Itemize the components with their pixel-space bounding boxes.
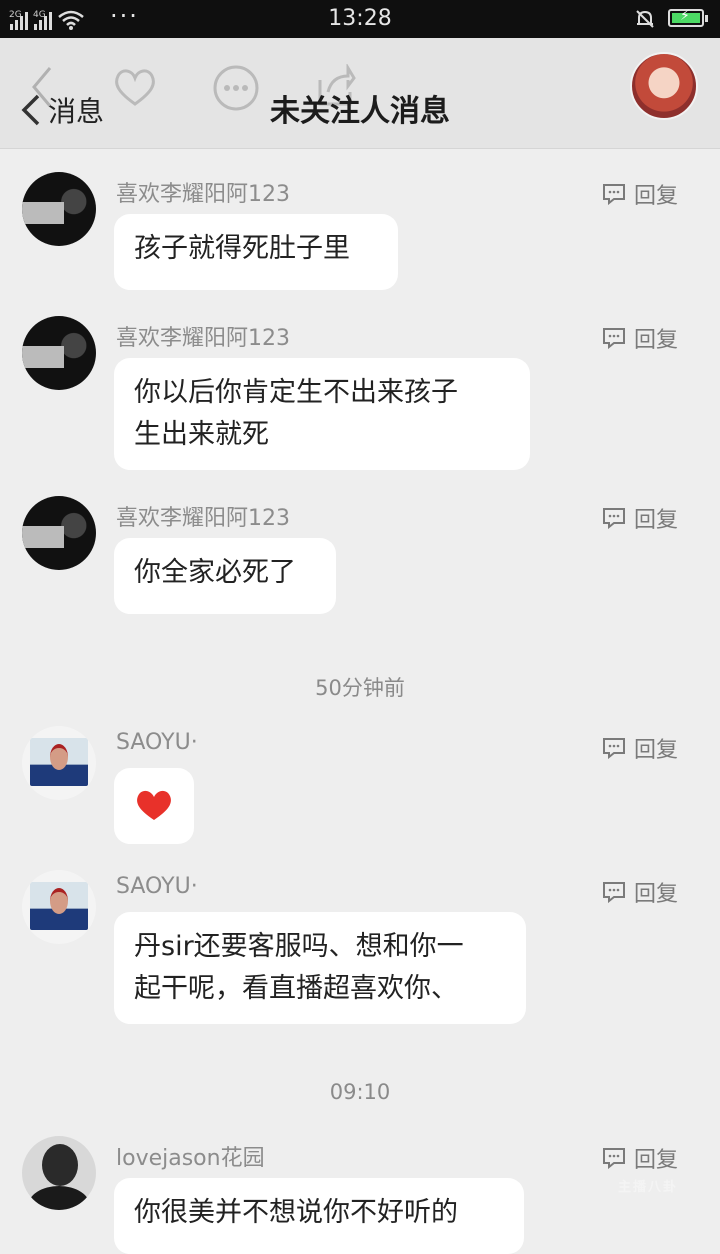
message-text: 你全家必死了 bbox=[134, 557, 296, 588]
watermark-logo: 主播八卦 bbox=[618, 1180, 679, 1195]
message-text: 你很美并不想说你不好听的 bbox=[134, 1197, 458, 1228]
reply-button[interactable]: 回复 bbox=[602, 1142, 678, 1174]
message-text-line: 你以后你肯定生不出来孩子 bbox=[134, 377, 458, 408]
timestamp: 09:10 bbox=[329, 1080, 391, 1104]
comment-icon bbox=[603, 882, 625, 903]
status-bar: 2G 4G ··· 13:28 ⚡ bbox=[0, 0, 720, 38]
comment-icon bbox=[603, 738, 625, 759]
comment-icon bbox=[603, 328, 625, 349]
avatar[interactable] bbox=[22, 726, 96, 800]
message-bubble: 你很美并不想说你不好听的 bbox=[114, 1178, 524, 1254]
reply-label: 回复 bbox=[634, 738, 679, 763]
message-bubble: 孩子就得死肚子里 bbox=[114, 214, 398, 290]
heart-icon bbox=[137, 790, 171, 820]
message-bubble: 丹sir还要客服吗、想和你一 起干呢，看直播超喜欢你、 bbox=[114, 912, 526, 1024]
avatar[interactable] bbox=[22, 1136, 96, 1210]
back-button[interactable]: 消息 bbox=[18, 90, 104, 130]
chevron-left-icon bbox=[21, 94, 40, 126]
reply-label: 回复 bbox=[634, 328, 679, 353]
reply-label: 回复 bbox=[634, 508, 679, 533]
reply-button[interactable]: 回复 bbox=[602, 502, 678, 534]
timestamp: 50分钟前 bbox=[315, 676, 405, 700]
sender-name[interactable]: 喜欢李耀阳阿123 bbox=[116, 176, 290, 208]
reply-button[interactable]: 回复 bbox=[602, 178, 678, 210]
sender-name[interactable]: 喜欢李耀阳阿123 bbox=[116, 500, 290, 532]
message-text: 孩子就得死肚子里 bbox=[134, 233, 350, 264]
comment-icon bbox=[603, 184, 625, 205]
header: 消息 未关注人消息 bbox=[0, 38, 720, 149]
back-label: 消息 bbox=[48, 95, 105, 128]
user-avatar[interactable] bbox=[630, 52, 698, 120]
reply-button[interactable]: 回复 bbox=[602, 732, 678, 764]
sender-name[interactable]: lovejason花园 bbox=[116, 1140, 265, 1172]
avatar[interactable] bbox=[22, 870, 96, 944]
avatar[interactable] bbox=[22, 496, 96, 570]
clock: 13:28 bbox=[328, 6, 392, 31]
message-bubble: 你全家必死了 bbox=[114, 538, 336, 614]
reply-label: 回复 bbox=[634, 184, 679, 209]
avatar[interactable] bbox=[22, 316, 96, 390]
message-text-line: 丹sir还要客服吗、想和你一 bbox=[134, 931, 464, 962]
sender-name[interactable]: 喜欢李耀阳阿123 bbox=[116, 320, 290, 352]
reply-button[interactable]: 回复 bbox=[602, 322, 678, 354]
reply-label: 回复 bbox=[634, 1148, 679, 1173]
reply-button[interactable]: 回复 bbox=[602, 876, 678, 908]
battery-icon: ⚡ bbox=[668, 8, 708, 27]
page-title: 未关注人消息 bbox=[270, 94, 450, 129]
ghost-heart-icon bbox=[115, 69, 155, 106]
reply-label: 回复 bbox=[634, 882, 679, 907]
bell-mute-icon bbox=[636, 10, 654, 28]
comment-icon bbox=[603, 508, 625, 529]
sender-name[interactable]: SAOYU· bbox=[116, 730, 198, 755]
sender-name[interactable]: SAOYU· bbox=[116, 874, 198, 899]
comment-icon bbox=[603, 1148, 625, 1169]
avatar[interactable] bbox=[22, 172, 96, 246]
message-bubble bbox=[114, 768, 194, 844]
message-text-line: 生出来就死 bbox=[134, 419, 269, 450]
message-bubble: 你以后你肯定生不出来孩子 生出来就死 bbox=[114, 358, 530, 470]
message-text-line: 起干呢，看直播超喜欢你、 bbox=[134, 973, 458, 1004]
